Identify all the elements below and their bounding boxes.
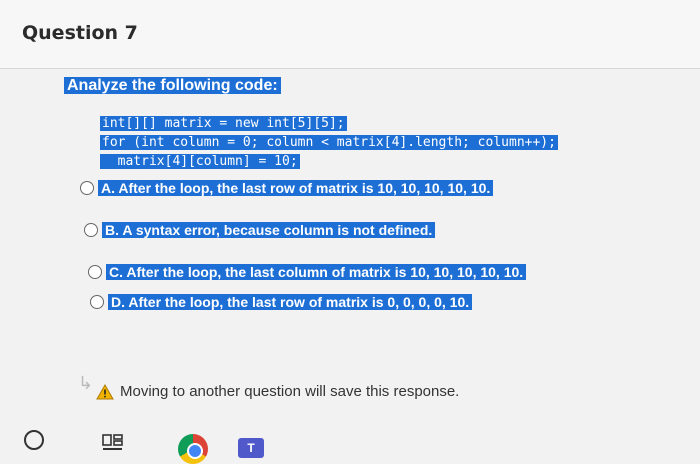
option-d-label: D. After the loop, the last row of matri… <box>108 294 473 310</box>
question-title: Question 7 <box>22 22 138 44</box>
radio-button[interactable] <box>80 181 94 195</box>
save-notice: Moving to another question will save thi… <box>96 383 459 400</box>
code-line: int[][] matrix = new int[5][5]; <box>100 116 347 131</box>
option-b-label: B. A syntax error, because column is not… <box>102 222 436 238</box>
warning-icon <box>96 383 114 399</box>
save-notice-text: Moving to another question will save thi… <box>120 383 460 400</box>
code-block: int[][] matrix = new int[5][5]; for (int… <box>100 114 558 171</box>
corner-arrow-icon: ↳ <box>78 373 94 393</box>
teams-icon[interactable]: T <box>238 438 264 458</box>
task-view-icon[interactable] <box>102 433 124 453</box>
code-line: for (int column = 0; column < matrix[4].… <box>100 135 558 150</box>
question-header: Question 7 <box>0 0 700 69</box>
option-c-label: C. After the loop, the last column of ma… <box>106 264 527 280</box>
option-a-label: A. After the loop, the last row of matri… <box>98 180 494 196</box>
radio-button[interactable] <box>90 295 104 309</box>
radio-button[interactable] <box>84 223 98 237</box>
prompt-text: Analyze the following code: <box>64 77 281 94</box>
question-prompt: Analyze the following code: <box>64 77 281 95</box>
radio-button[interactable] <box>88 265 102 279</box>
chrome-icon[interactable] <box>178 434 208 464</box>
option-d[interactable]: D. After the loop, the last row of matri… <box>90 294 473 310</box>
code-line: matrix[4][column] = 10; <box>100 154 300 169</box>
option-c[interactable]: C. After the loop, the last column of ma… <box>88 264 527 280</box>
option-b[interactable]: B. A syntax error, because column is not… <box>84 222 436 238</box>
search-circle-icon[interactable] <box>24 430 44 450</box>
option-a[interactable]: A. After the loop, the last row of matri… <box>80 180 494 196</box>
